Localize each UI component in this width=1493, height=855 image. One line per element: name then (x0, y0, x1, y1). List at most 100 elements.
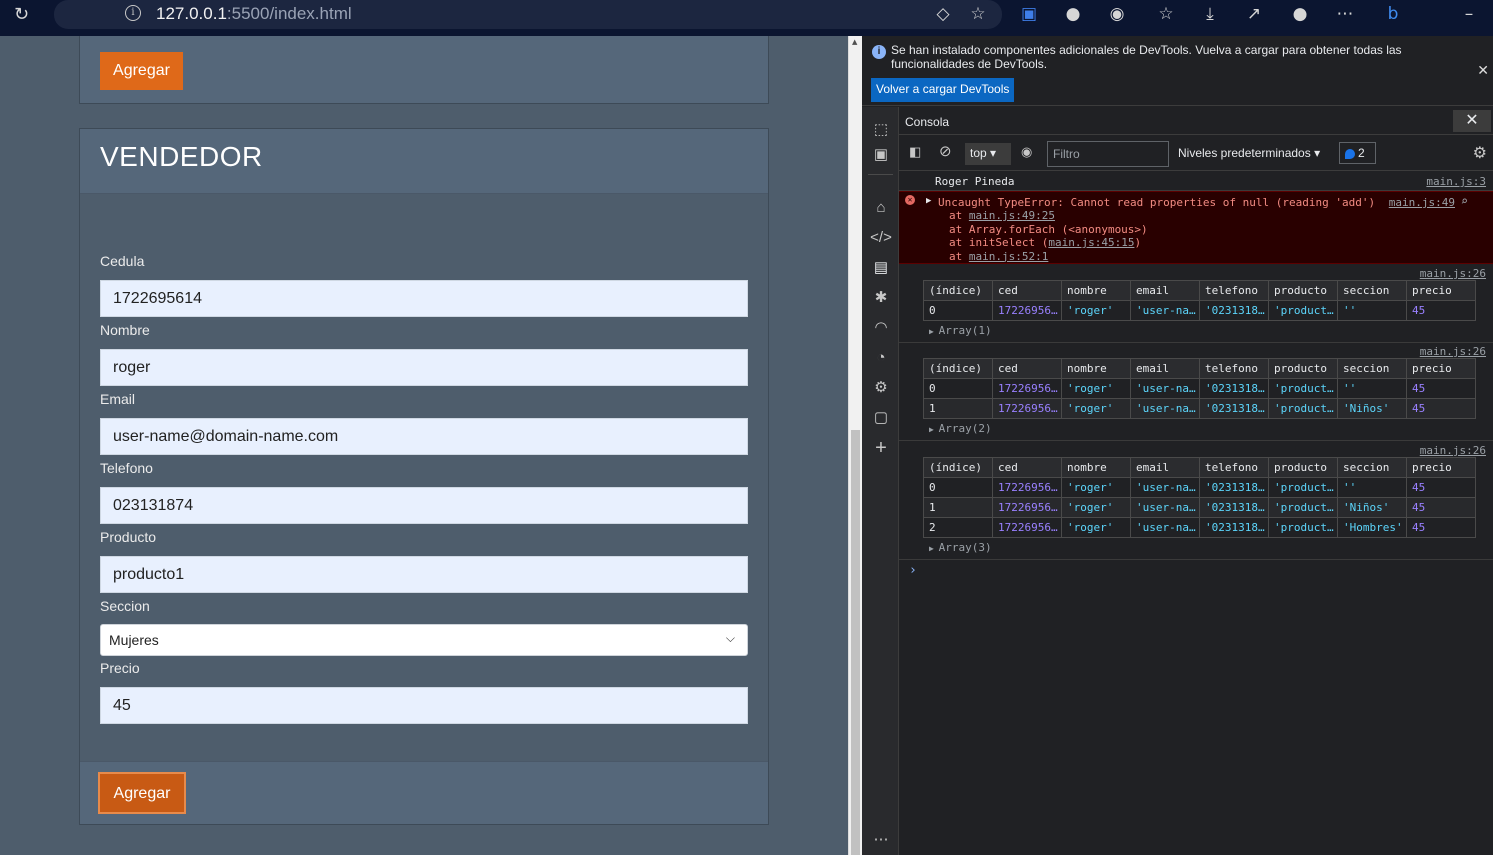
scroll-up-icon[interactable]: ▲ (852, 38, 857, 46)
table-header-cell[interactable]: nombre (1061, 358, 1131, 379)
table-header-cell[interactable]: ced (992, 280, 1062, 301)
profile-icon[interactable]: ● (1289, 4, 1311, 24)
table-header-cell[interactable]: precio (1406, 358, 1476, 379)
stack-link[interactable]: main.js:49:25 (969, 209, 1055, 222)
array-label: Array(3) (938, 541, 992, 554)
scrollbar-thumb[interactable] (851, 430, 860, 855)
table-header-cell[interactable]: email (1130, 457, 1200, 478)
table-header-cell[interactable]: seccion (1337, 457, 1407, 478)
table-cell: '0231318… (1199, 300, 1269, 321)
extension-icon[interactable]: ● (1062, 4, 1084, 24)
table-header-cell[interactable]: telefono (1199, 280, 1269, 301)
more-icon[interactable]: ⋯ (1334, 4, 1356, 24)
table-header-cell[interactable]: ced (992, 457, 1062, 478)
console-prompt-icon[interactable]: › (909, 563, 917, 578)
github-icon[interactable]: ◉ (1106, 4, 1128, 24)
table-header-cell[interactable]: (índice) (923, 280, 993, 301)
favorites-icon[interactable]: ☆ (1155, 4, 1177, 24)
agregar-button-top[interactable]: Agregar (100, 52, 183, 90)
settings-cog-icon[interactable]: ⚙ (870, 377, 892, 399)
cedula-input[interactable]: 1722695614 (100, 280, 748, 317)
info-icon: i (872, 45, 886, 59)
favorite-add-icon[interactable]: ☆ (967, 4, 989, 24)
table-header-cell[interactable]: ced (992, 358, 1062, 379)
reload-devtools-button[interactable]: Volver a cargar DevTools (871, 78, 1015, 102)
table-header-cell[interactable]: producto (1268, 358, 1338, 379)
screen: ↻ i 127.0.0.1:5500/index.html ◇ ☆ ▣ ● ◉ … (0, 0, 1493, 855)
add-tool-icon[interactable]: + (870, 437, 892, 459)
bing-icon[interactable]: b (1382, 4, 1404, 24)
producto-input[interactable]: producto1 (100, 556, 748, 593)
table-header-cell[interactable]: nombre (1061, 280, 1131, 301)
message-count-badge[interactable]: 2 (1339, 142, 1376, 164)
table-cell: '' (1337, 300, 1407, 321)
info-icon[interactable]: i (125, 5, 141, 21)
download-icon[interactable]: ⤓ (1199, 4, 1221, 24)
performance-icon[interactable]: ◔ (870, 347, 892, 369)
table-header-cell[interactable]: seccion (1337, 280, 1407, 301)
telefono-input[interactable]: 023131874 (100, 487, 748, 524)
address-bar[interactable]: i 127.0.0.1:5500/index.html ◇ ☆ (54, 0, 1002, 29)
table-source-link[interactable]: main.js:26 (1420, 267, 1486, 280)
expand-arrow-icon[interactable]: ▶ (926, 196, 931, 206)
log-source-link[interactable]: main.js:3 (1426, 175, 1486, 188)
levels-label: Niveles predeterminados (1178, 146, 1311, 160)
url-text[interactable]: 127.0.0.1:5500/index.html (156, 4, 352, 24)
table-header-cell[interactable]: (índice) (923, 358, 993, 379)
table-source-link[interactable]: main.js:26 (1420, 345, 1486, 358)
table-header-cell[interactable]: telefono (1199, 457, 1269, 478)
debugger-icon[interactable]: ✱ (870, 287, 892, 309)
minimize-icon[interactable]: – (1458, 4, 1480, 24)
table-header-cell[interactable]: precio (1406, 457, 1476, 478)
table-source-link[interactable]: main.js:26 (1420, 444, 1486, 457)
array-expander[interactable]: ▶ Array(1) (929, 324, 992, 337)
tag-icon[interactable]: ◇ (932, 4, 954, 24)
bitwarden-icon[interactable]: ▣ (1018, 4, 1040, 24)
nombre-input[interactable]: roger (100, 349, 748, 386)
context-select[interactable]: top ▾ (965, 143, 1011, 165)
stack-link[interactable]: main.js:45:15 (1048, 236, 1134, 249)
array-expander[interactable]: ▶ Array(3) (929, 541, 992, 554)
context-value: top (970, 146, 987, 160)
gear-icon[interactable]: ⚙ (1473, 143, 1487, 163)
precio-input[interactable]: 45 (100, 687, 748, 724)
close-icon[interactable]: ✕ (1477, 62, 1489, 79)
agregar-submit-button[interactable]: Agregar (98, 772, 186, 814)
inspect-icon[interactable]: ⬚ (870, 119, 892, 141)
array-expander[interactable]: ▶ Array(2) (929, 422, 992, 435)
search-icon[interactable]: ⌕ (1461, 194, 1468, 208)
more-tools-icon[interactable]: ⋯ (870, 829, 892, 851)
email-input[interactable]: user-name@domain-name.com (100, 418, 748, 455)
close-panel-icon[interactable]: ✕ (1453, 110, 1491, 132)
table-header-cell[interactable]: telefono (1199, 358, 1269, 379)
sidebar-toggle-icon[interactable]: ◧ (909, 144, 921, 160)
table-header-cell[interactable]: (índice) (923, 457, 993, 478)
table-header-cell[interactable]: producto (1268, 457, 1338, 478)
error-source-link[interactable]: main.js:49 (1389, 196, 1455, 209)
table-cell: 1 (923, 497, 993, 518)
device-emulation-icon[interactable]: ▣ (870, 144, 892, 166)
filter-input[interactable]: Filtro (1047, 141, 1169, 167)
stack-link[interactable]: main.js:52:1 (969, 250, 1048, 263)
levels-dropdown[interactable]: Niveles predeterminados ▾ (1178, 146, 1320, 160)
network-icon[interactable]: ◠ (870, 317, 892, 339)
seccion-select[interactable]: Mujeres ⌵ (100, 624, 748, 656)
eye-icon[interactable]: ◉ (1021, 144, 1032, 160)
table-header-cell[interactable]: precio (1406, 280, 1476, 301)
table-header-cell[interactable]: producto (1268, 280, 1338, 301)
home-icon[interactable]: ⌂ (870, 197, 892, 219)
share-icon[interactable]: ↗ (1243, 4, 1265, 24)
table-header-cell[interactable]: nombre (1061, 457, 1131, 478)
application-icon[interactable]: ▢ (870, 407, 892, 429)
devtools-activity-bar: ⬚ ▣ ⌂ </> ▤ ✱ ◠ ◔ ⚙ ▢ + ⋯ (862, 107, 899, 855)
table-header-cell[interactable]: email (1130, 280, 1200, 301)
table-header-cell[interactable]: seccion (1337, 358, 1407, 379)
url-host: 127.0.0.1 (156, 4, 227, 23)
divider (868, 174, 893, 175)
page-scrollbar[interactable]: ▲ (848, 36, 862, 855)
clear-console-icon[interactable]: ⊘ (939, 142, 952, 160)
console-icon[interactable]: ▤ (870, 257, 892, 279)
elements-icon[interactable]: </> (870, 227, 892, 249)
table-header-cell[interactable]: email (1130, 358, 1200, 379)
reload-icon[interactable]: ↻ (14, 4, 29, 25)
